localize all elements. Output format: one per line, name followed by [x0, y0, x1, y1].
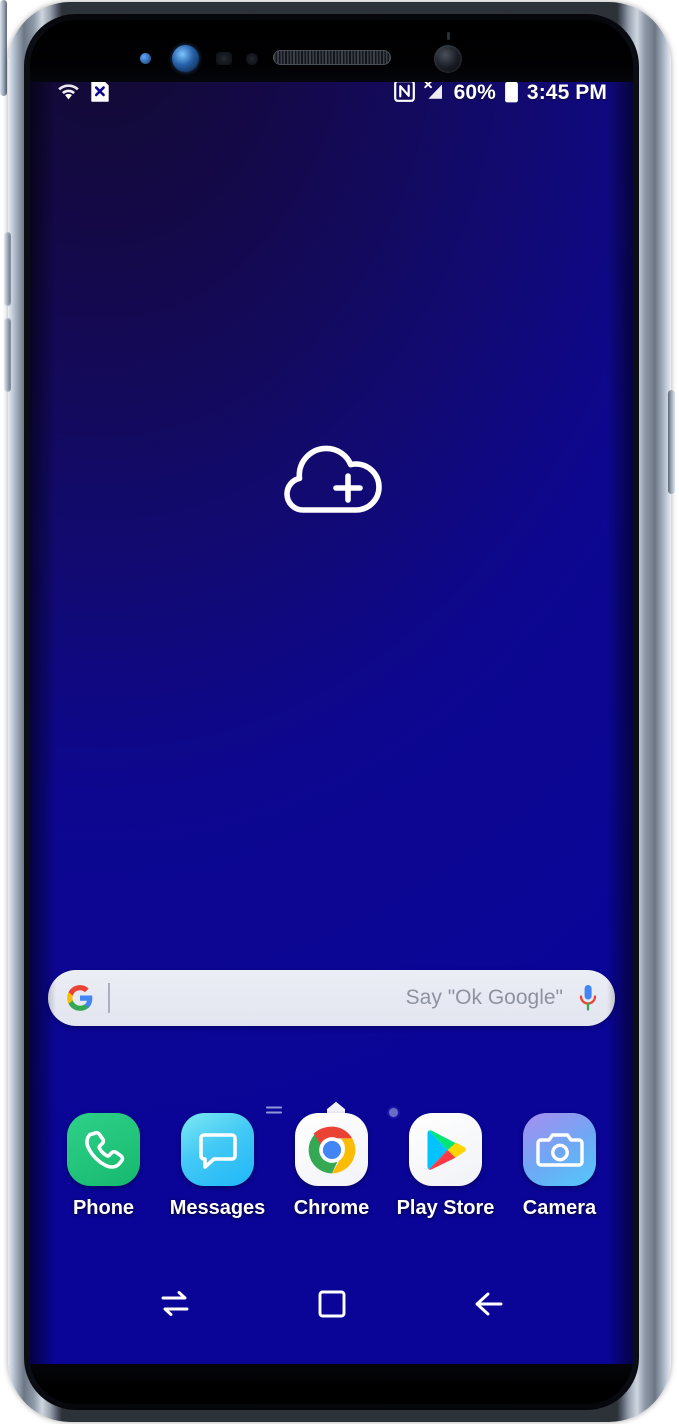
- proximity-sensor-icon: [216, 52, 232, 65]
- app-camera[interactable]: Camera: [512, 1113, 607, 1220]
- status-bar-left: [56, 79, 109, 107]
- phone-device: 60% 3:45 PM Say "Ok Google" Phone Messag…: [0, 0, 679, 1424]
- add-cloud-widget[interactable]: [277, 435, 387, 525]
- volume-down-button[interactable]: [4, 318, 11, 392]
- battery-percent-label: 60%: [453, 81, 496, 104]
- google-search-bar[interactable]: Say "Ok Google": [48, 970, 615, 1026]
- earpiece-speaker: [272, 50, 391, 65]
- home-screen: 60% 3:45 PM Say "Ok Google" Phone Messag…: [30, 70, 633, 1366]
- top-bezel: [30, 20, 633, 82]
- app-dock: Phone Messages Chrome Play Store Camera: [30, 1113, 633, 1220]
- iris-scanner-icon: [172, 45, 199, 72]
- wifi-icon: [56, 81, 81, 106]
- search-input[interactable]: Say "Ok Google": [110, 986, 577, 1010]
- speech-bubble-icon[interactable]: [181, 1113, 254, 1186]
- phone-handset-icon[interactable]: [67, 1113, 140, 1186]
- bixby-button[interactable]: [0, 0, 7, 96]
- light-sensor-icon: [246, 53, 258, 65]
- back-button[interactable]: [459, 1274, 519, 1334]
- power-button[interactable]: [668, 390, 675, 494]
- front-sensor-dot: [447, 32, 450, 40]
- app-label: Play Store: [396, 1197, 495, 1219]
- notification-led-icon: [140, 53, 151, 64]
- bottom-bezel: [30, 1364, 633, 1404]
- volume-up-button[interactable]: [4, 232, 11, 306]
- play-store-icon[interactable]: [409, 1113, 482, 1186]
- nfc-icon: [393, 79, 415, 107]
- app-label: Messages: [169, 1197, 266, 1219]
- app-messages[interactable]: Messages: [170, 1113, 265, 1220]
- cloud-plus-icon: [280, 438, 384, 523]
- microphone-icon[interactable]: [577, 983, 599, 1013]
- front-camera-icon: [434, 45, 462, 73]
- battery-icon: [504, 79, 519, 108]
- camera-icon[interactable]: [523, 1113, 596, 1186]
- google-g-logo: [66, 984, 94, 1012]
- phone-screen: 60% 3:45 PM Say "Ok Google" Phone Messag…: [30, 20, 633, 1404]
- clock-label: 3:45 PM: [526, 81, 607, 104]
- app-play-store[interactable]: Play Store: [396, 1113, 495, 1220]
- no-signal-icon: [423, 80, 446, 107]
- app-label: Camera: [522, 1197, 597, 1219]
- chrome-logo-icon[interactable]: [295, 1113, 368, 1186]
- recents-button[interactable]: [145, 1274, 205, 1334]
- app-label: Chrome: [293, 1197, 370, 1219]
- navigation-bar: [30, 1268, 633, 1340]
- app-label: Phone: [72, 1197, 135, 1219]
- no-sim-icon: [90, 79, 109, 107]
- app-phone[interactable]: Phone: [56, 1113, 151, 1220]
- home-button[interactable]: [302, 1274, 362, 1334]
- app-chrome[interactable]: Chrome: [284, 1113, 379, 1220]
- status-bar-right: 60% 3:45 PM: [393, 79, 607, 108]
